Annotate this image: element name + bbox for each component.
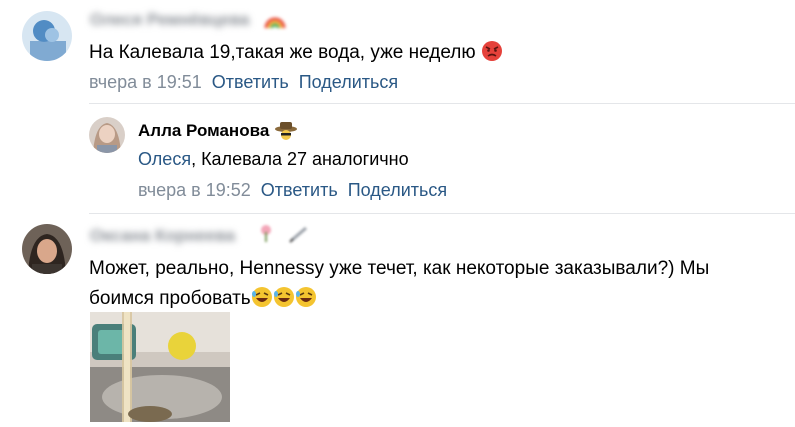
- divider: [89, 213, 795, 214]
- comment-text: Может, реально, Hennessy уже течет, как …: [89, 254, 709, 318]
- reply-mention-link[interactable]: Олеся: [138, 149, 191, 169]
- avatar[interactable]: [22, 11, 72, 61]
- rolling-laughing-emoji: [251, 286, 273, 318]
- comment-author[interactable]: Олеся Ремнёвцева: [90, 10, 249, 30]
- rainbow-emoji: [264, 10, 286, 35]
- flower-pen-emoji: [258, 222, 308, 249]
- reply-text: Олеся, Калевала 27 аналогично: [138, 149, 409, 169]
- avatar[interactable]: [22, 224, 72, 274]
- reply-button[interactable]: Ответить: [261, 180, 338, 200]
- detective-hat-emoji: [274, 120, 298, 145]
- rolling-laughing-emoji: [295, 286, 317, 318]
- attached-photo[interactable]: [90, 312, 230, 422]
- rolling-laughing-emoji: [273, 286, 295, 318]
- share-button[interactable]: Поделиться: [299, 72, 398, 92]
- comment-author[interactable]: Оксана Корнеева: [90, 226, 235, 246]
- share-button[interactable]: Поделиться: [348, 180, 447, 200]
- avatar[interactable]: [89, 117, 125, 153]
- comment-time[interactable]: вчера в 19:51: [89, 72, 202, 92]
- comment-meta: вчера в 19:51 Ответить Поделиться: [89, 72, 398, 93]
- reply-button[interactable]: Ответить: [212, 72, 289, 92]
- comment-text: На Калевала 19,такая же вода, уже неделю: [89, 40, 503, 68]
- reply-time[interactable]: вчера в 19:52: [138, 180, 251, 200]
- angry-face-emoji: [481, 40, 503, 68]
- divider: [89, 103, 795, 104]
- reply-meta: вчера в 19:52 Ответить Поделиться: [138, 180, 447, 201]
- reply-author[interactable]: Алла Романова: [138, 120, 298, 145]
